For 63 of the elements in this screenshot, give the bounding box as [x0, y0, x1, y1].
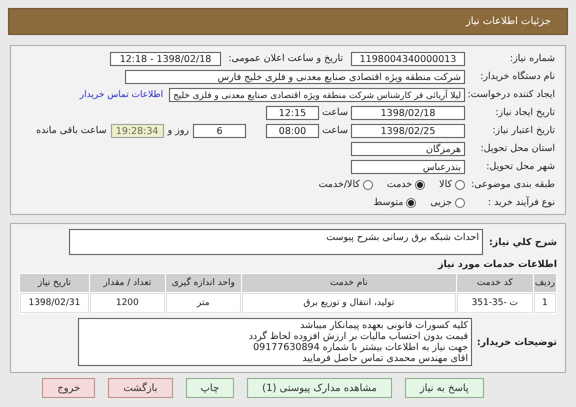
city-field: بندرعباس: [351, 160, 465, 174]
radio-icon[interactable]: [415, 180, 426, 190]
field-label: طبقه بندی موضوعی:: [470, 179, 556, 190]
field-label: تاریخ و ساعت اعلان عمومی:: [227, 53, 344, 64]
field-label: شماره نیاز:: [508, 53, 556, 64]
page-title: جزئیات اطلاعات نیاز: [466, 16, 551, 27]
radio-icon[interactable]: [406, 198, 416, 208]
note-line: جهت نیاز به اطلاعات بیشتر با شماره 09177630894: [252, 342, 468, 353]
table-cell: 1: [534, 293, 556, 313]
table-cell: 1398/02/31: [20, 293, 89, 313]
field-label: روز و: [166, 125, 190, 136]
field-label: ساعت باقی مانده: [35, 125, 108, 136]
note-line: کلیه کسورات قانونی بعهده پیمانکار میباشد: [299, 320, 468, 331]
time-field: 12:15: [266, 106, 319, 120]
time-field: 08:00: [266, 124, 319, 138]
field-label: شرح کلي نیاز:: [488, 236, 557, 248]
category-radio[interactable]: کالا/خدمت: [318, 179, 373, 190]
column-header: تاریخ نیاز: [20, 274, 89, 292]
process-radio[interactable]: متوسط: [373, 197, 416, 208]
radio-icon[interactable]: [362, 180, 373, 190]
summary-field: احداث شبکه برق رسانی بشرح پیوست: [69, 229, 483, 255]
table-cell: 1200: [90, 293, 165, 313]
field-label: نام دستگاه خریدار:: [479, 71, 556, 82]
field-label: تاریخ ایجاد نیاز:: [494, 107, 556, 118]
table-cell: متر: [166, 293, 241, 313]
category-radio[interactable]: کالا: [439, 179, 465, 190]
radio-icon[interactable]: [455, 180, 465, 190]
action-button[interactable]: مشاهده مدارک پیوستی (1): [247, 378, 392, 398]
field-label: توضیحات خریدار:: [476, 336, 557, 348]
field-label: ساعت: [321, 125, 349, 136]
action-button[interactable]: پاسخ به نیاز: [404, 378, 484, 398]
action-button[interactable]: خروج: [42, 378, 96, 398]
note-line: اقای مهندس محمدی تماس حاصل فرمایید: [301, 353, 468, 364]
remaining-time-field: 19:28:34: [110, 124, 164, 138]
field-label: نوع فرآیند خرید :: [486, 197, 556, 208]
requester-field: لیلا آریائی فر کارشناس شرکت منطقه ویژه اقتصادی صنایع معدنی و فلزی خلیج: [169, 88, 465, 102]
process-radio[interactable]: جزیی: [430, 197, 465, 208]
column-header: نام خدمت: [242, 274, 456, 292]
province-field: هرمزگان: [351, 142, 465, 156]
buyer-field: شرکت منطقه ویژه اقتصادی صنایع معدنی و فلزی خلیج فارس: [125, 70, 465, 84]
need-number-field: 1198004340000013: [351, 52, 465, 66]
announce-date-field: 1398/02/18 - 12:18: [110, 52, 221, 66]
contact-link[interactable]: اطلاعات تماس خریدار: [80, 90, 164, 100]
column-header: ردیف: [534, 274, 556, 292]
field-label: شهر محل تحویل:: [485, 161, 556, 172]
date-field: 1398/02/18: [351, 106, 465, 120]
field-label: تاریخ اعتبار نیاز:: [491, 125, 556, 136]
table-cell: ت -35-351: [456, 293, 533, 313]
date-field: 1398/02/25: [351, 124, 465, 138]
days-field: 6: [193, 124, 246, 138]
field-label: استان محل تحویل:: [479, 143, 556, 154]
column-header: کد خدمت: [456, 274, 533, 292]
table-cell: تولید، انتقال و توزیع برق: [242, 293, 456, 313]
action-button[interactable]: بازگشت: [108, 378, 172, 398]
field-label: ایجاد کننده درخواست:: [466, 89, 556, 100]
column-header: واحد اندازه گیری: [166, 274, 241, 292]
category-radio[interactable]: خدمت: [386, 179, 426, 190]
action-button[interactable]: چاپ: [186, 378, 234, 398]
radio-icon[interactable]: [455, 198, 465, 208]
section-title: اطلاعات خدمات مورد نیاز: [436, 259, 557, 270]
field-label: ساعت: [321, 107, 349, 118]
note-line: قیمت بدون احتساب مالیات بر ارزش افزوده لحاظ گردد: [248, 331, 468, 342]
column-header: تعداد / مقدار: [90, 274, 165, 292]
